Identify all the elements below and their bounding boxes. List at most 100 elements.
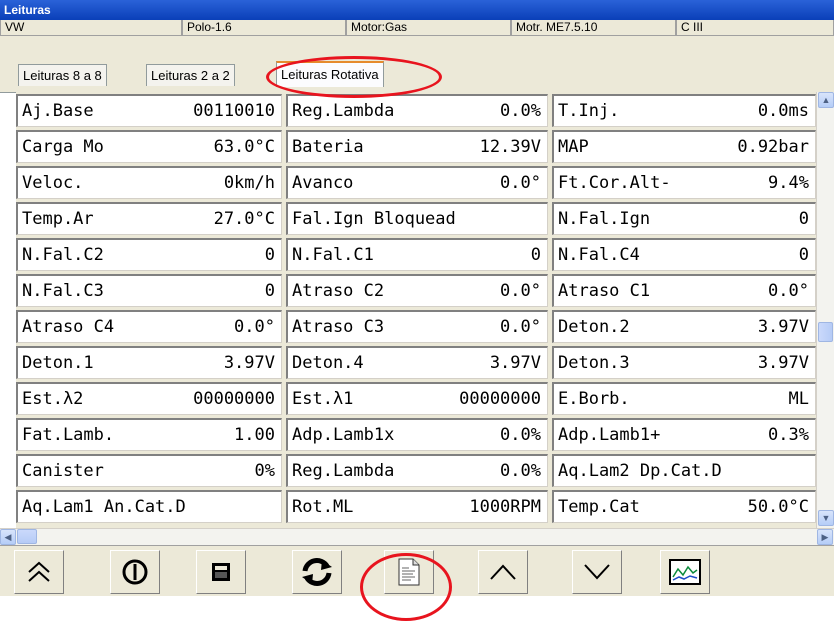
reading-cell: N.Fal.C1 0 — [286, 238, 548, 271]
reading-cell: Deton.3 3.97V — [552, 346, 816, 379]
reading-label: N.Fal.Ign — [558, 209, 651, 229]
reading-label: N.Fal.C4 — [558, 245, 640, 265]
reading-label: Atraso C1 — [558, 281, 651, 301]
reading-label: Canister — [22, 461, 104, 481]
info-make: VW — [0, 20, 182, 36]
reading-cell: Fat.Lamb. 1.00 — [16, 418, 282, 451]
reading-value: 0.3% — [768, 425, 809, 445]
reading-value: 0.92bar — [737, 137, 809, 157]
reading-value: 0km/h — [223, 173, 275, 193]
reading-value: 3.97V — [757, 353, 809, 373]
reading-label: Atraso C3 — [292, 317, 385, 337]
reading-value: 0.0% — [500, 425, 541, 445]
reading-value: 1000RPM — [469, 497, 541, 517]
reading-label: Avanco — [292, 173, 354, 193]
reading-label: Atraso C4 — [22, 317, 115, 337]
reading-label: Veloc. — [22, 173, 84, 193]
reading-cell: N.Fal.C3 0 — [16, 274, 282, 307]
vertical-scrollbar[interactable]: ▲ ▼ — [816, 92, 834, 528]
reading-value: 1.00 — [234, 425, 275, 445]
reading-value: 27.0°C — [213, 209, 275, 229]
reading-label: Reg.Lambda — [292, 461, 395, 481]
scroll-down-button-toolbar[interactable] — [572, 550, 622, 594]
reading-label: Rot.ML — [292, 497, 354, 517]
reading-value: 00110010 — [193, 101, 275, 121]
reading-label: MAP — [558, 137, 589, 157]
reading-cell: Aq.Lam1 An.Cat.D — [16, 490, 282, 523]
reading-label: Temp.Cat — [558, 497, 640, 517]
reading-label: Est.λ2 — [22, 389, 84, 409]
reading-label: Deton.3 — [558, 353, 630, 373]
vertical-scroll-thumb[interactable] — [818, 322, 833, 342]
reading-cell: Est.λ1 00000000 — [286, 382, 548, 415]
reading-cell: Rot.ML 1000RPM — [286, 490, 548, 523]
reading-value: 00000000 — [193, 389, 275, 409]
tab-leituras-rotativa[interactable]: Leituras Rotativa — [276, 61, 384, 87]
bottom-toolbar — [0, 545, 834, 596]
tab-leituras-2-a-2[interactable]: Leituras 2 a 2 — [146, 64, 235, 86]
reading-label: Aj.Base — [22, 101, 94, 121]
reading-cell: Ft.Cor.Alt- 9.4% — [552, 166, 816, 199]
reading-cell: Temp.Ar 27.0°C — [16, 202, 282, 235]
reading-value: 0.0ms — [757, 101, 809, 121]
reading-value: 9.4% — [768, 173, 809, 193]
horizontal-scroll-thumb[interactable] — [17, 529, 37, 544]
report-button[interactable] — [384, 550, 434, 594]
reading-cell: Atraso C4 0.0° — [16, 310, 282, 343]
scroll-up-button-toolbar[interactable] — [478, 550, 528, 594]
scroll-down-button[interactable]: ▼ — [818, 510, 834, 526]
reading-cell: Bateria 12.39V — [286, 130, 548, 163]
power-button[interactable] — [110, 550, 160, 594]
reading-value: 0.0° — [500, 173, 541, 193]
reading-label: Deton.2 — [558, 317, 630, 337]
calculator-icon — [212, 563, 230, 581]
reading-value: 0.0° — [234, 317, 275, 337]
reading-cell: Deton.2 3.97V — [552, 310, 816, 343]
reading-value: 0 — [264, 281, 275, 301]
reading-cell: Adp.Lamb1x 0.0% — [286, 418, 548, 451]
reading-cell: Deton.4 3.97V — [286, 346, 548, 379]
info-fuel: Motor:Gas — [346, 20, 511, 36]
reading-value: 0.0% — [500, 461, 541, 481]
reading-cell: Adp.Lamb1+ 0.3% — [552, 418, 816, 451]
reading-cell: Aj.Base 00110010 — [16, 94, 282, 127]
scroll-right-button[interactable]: ▶ — [817, 529, 833, 545]
info-model: Polo-1.6 — [182, 20, 346, 36]
reading-label: N.Fal.C2 — [22, 245, 104, 265]
reading-label: Temp.Ar — [22, 209, 94, 229]
refresh-button[interactable] — [292, 550, 342, 594]
double-chevron-up-icon — [28, 561, 50, 582]
chevron-down-icon — [584, 564, 610, 580]
reading-cell: Canister 0% — [16, 454, 282, 487]
reading-value: 0.0° — [500, 281, 541, 301]
reading-cell: Veloc. 0km/h — [16, 166, 282, 199]
reading-value: 50.0°C — [747, 497, 809, 517]
reading-label: Aq.Lam2 Dp.Cat.D — [558, 461, 722, 481]
reading-cell: Deton.1 3.97V — [16, 346, 282, 379]
readings-grid: Aj.Base 00110010 Reg.Lambda 0.0% T.Inj. 0.0ms… — [16, 92, 816, 528]
horizontal-scrollbar[interactable]: ◀ ▶ — [0, 528, 834, 545]
report-document-icon — [398, 558, 420, 586]
reading-value: 00000000 — [459, 389, 541, 409]
reading-label: Deton.1 — [22, 353, 94, 373]
reading-value: 3.97V — [757, 317, 809, 337]
reading-value: 3.97V — [489, 353, 541, 373]
scroll-up-button[interactable]: ▲ — [818, 92, 834, 108]
info-system: C III — [676, 20, 834, 36]
reading-value: 12.39V — [479, 137, 541, 157]
calculator-button[interactable] — [196, 550, 246, 594]
page-up-button[interactable] — [14, 550, 64, 594]
reading-cell: T.Inj. 0.0ms — [552, 94, 816, 127]
graph-button[interactable] — [660, 550, 710, 594]
reading-label: E.Borb. — [558, 389, 630, 409]
reading-cell: Atraso C3 0.0° — [286, 310, 548, 343]
reading-label: Bateria — [292, 137, 364, 157]
reading-value: ML — [788, 389, 809, 409]
reading-label: Reg.Lambda — [292, 101, 395, 121]
reading-value: 3.97V — [223, 353, 275, 373]
reading-label: T.Inj. — [558, 101, 620, 121]
tab-leituras-8-a-8[interactable]: Leituras 8 a 8 — [18, 64, 107, 86]
reading-cell: Reg.Lambda 0.0% — [286, 454, 548, 487]
scroll-left-button[interactable]: ◀ — [0, 529, 16, 545]
tab-strip: Leituras 8 a 8 Leituras 2 a 2 Leituras R… — [0, 36, 834, 93]
